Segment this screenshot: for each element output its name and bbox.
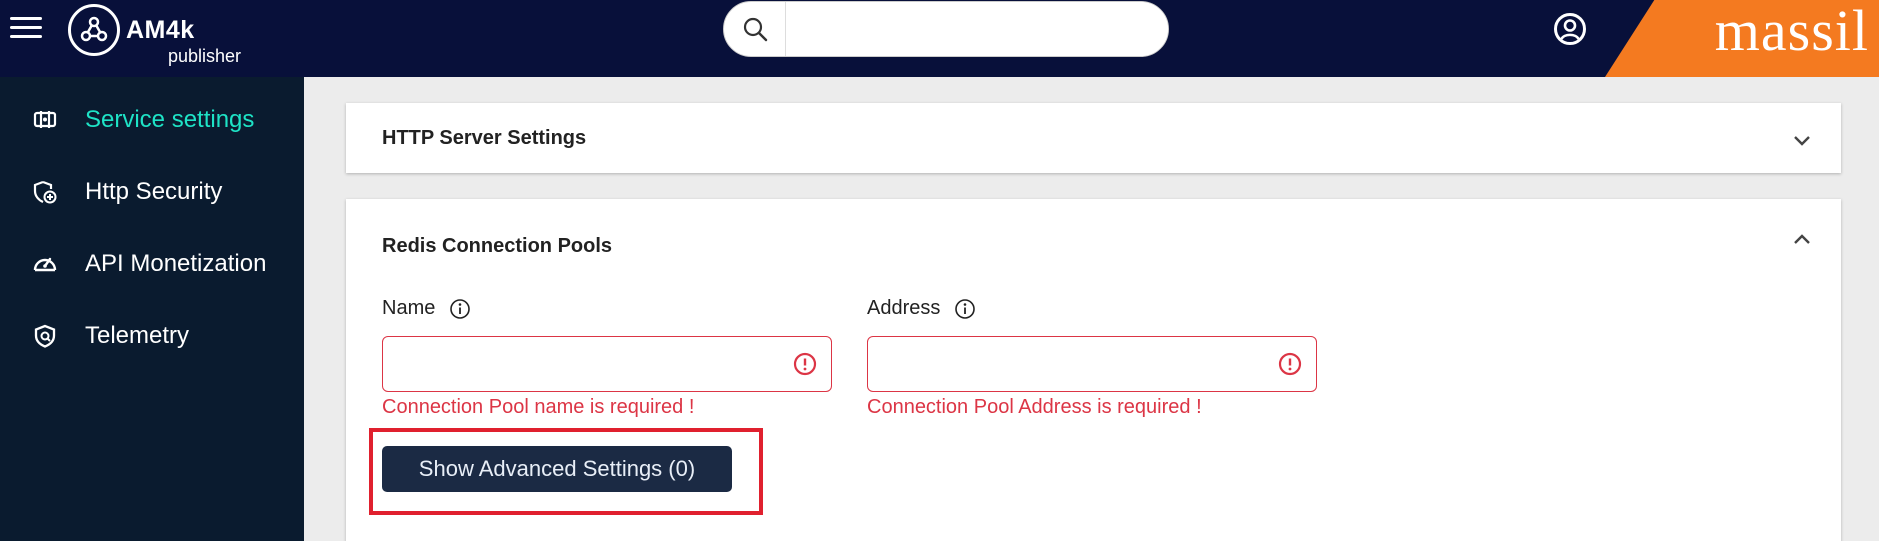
panel-title: Redis Connection Pools [382,235,613,257]
sidebar-item-service-settings[interactable]: Service settings [0,98,304,142]
panel-title: HTTP Server Settings [382,127,587,149]
sidebar-item-api-monetization[interactable]: API Monetization [0,242,304,286]
http-server-settings-panel[interactable]: HTTP Server Settings [346,103,1841,173]
address-input[interactable] [868,337,1316,391]
address-error-message: Connection Pool Address is required ! [867,396,1202,418]
sidebar-item-label: Telemetry [85,322,190,349]
name-error-message: Connection Pool name is required ! [382,396,695,418]
brand-name: massil [1714,0,1869,63]
sidebar-item-label: API Monetization [85,250,265,277]
sidebar-item-http-security[interactable]: Http Security [0,170,304,214]
app-name: AM4k [126,16,195,44]
address-field-label: Address [867,297,976,320]
sidebar-item-label: Service settings [85,106,255,133]
search-bar [723,1,1169,57]
brand-logo: massil [1605,0,1879,77]
settings-panel-icon [33,111,57,128]
name-field [382,336,832,392]
app-subtitle: publisher [168,46,242,66]
search-icon[interactable] [724,2,786,56]
info-icon[interactable] [954,298,976,320]
top-bar: AM4k publisher massil [0,0,1879,77]
chevron-down-icon[interactable] [1793,135,1811,147]
error-icon [793,352,817,376]
name-input[interactable] [383,337,831,391]
shield-check-icon [34,324,56,348]
chevron-up-icon[interactable] [1793,233,1811,245]
shield-plus-icon [33,180,57,204]
sidebar-item-label: Http Security [85,178,223,205]
menu-icon[interactable] [10,17,42,41]
account-icon[interactable] [1553,12,1587,46]
app-logo[interactable]: AM4k publisher [68,4,241,65]
info-icon[interactable] [449,298,471,320]
speedometer-icon [33,257,57,272]
show-advanced-settings-button[interactable]: Show Advanced Settings (0) [382,446,732,492]
search-input[interactable] [786,2,1168,56]
name-label-text: Name [382,297,436,319]
address-field [867,336,1317,392]
sidebar-item-telemetry[interactable]: Telemetry [0,314,304,358]
error-icon [1278,352,1302,376]
sidebar: Service settings Http Security API Monet… [0,77,304,541]
name-field-label: Name [382,297,471,320]
logo-mark-icon [68,4,120,56]
address-label-text: Address [867,297,941,319]
